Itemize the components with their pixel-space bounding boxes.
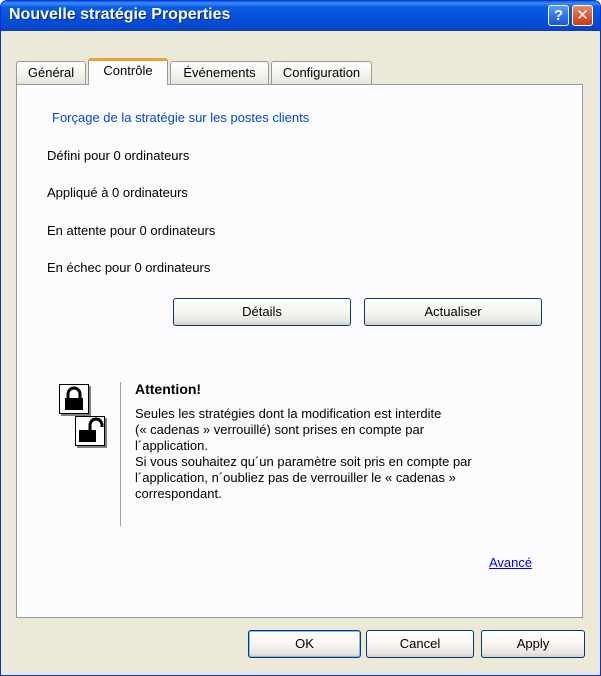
warning-line: (« cadenas » verrouillé) sont prises en … — [135, 422, 425, 437]
warning-divider — [120, 382, 121, 526]
tab-controle[interactable]: Contrôle — [88, 58, 168, 85]
advanced-link[interactable]: Avancé — [489, 555, 532, 570]
stat-defined: Défini pour 0 ordinateurs — [47, 148, 190, 163]
tab-configuration[interactable]: Configuration — [271, 61, 372, 84]
warning-line: Si vous souhaitez qu´un paramètre soit p… — [135, 454, 472, 469]
tab-general[interactable]: Général — [16, 61, 86, 84]
details-button[interactable]: Détails — [173, 298, 351, 326]
cancel-button[interactable]: Cancel — [366, 630, 474, 658]
warning-line: Seules les stratégies dont la modificati… — [135, 406, 442, 421]
warning-line: l´application, n´oubliez pas de verrouil… — [135, 470, 456, 485]
tab-evenements[interactable]: Événements — [170, 61, 269, 84]
window-title: Nouvelle stratégie Properties — [9, 6, 231, 23]
warning-text: Seules les stratégies dont la modificati… — [135, 406, 555, 502]
tab-panel-controle — [16, 84, 583, 618]
refresh-button[interactable]: Actualiser — [364, 298, 542, 326]
stat-failed: En échec pour 0 ordinateurs — [47, 260, 211, 275]
lock-closed-icon — [59, 384, 89, 414]
lock-open-icon — [75, 416, 105, 446]
apply-button[interactable]: Apply — [481, 630, 585, 658]
warning-line: l´application. — [135, 438, 208, 453]
warning-title: Attention! — [135, 381, 202, 397]
stat-pending: En attente pour 0 ordinateurs — [47, 223, 216, 238]
help-button[interactable]: ? — [548, 5, 569, 26]
ok-button[interactable]: OK — [248, 630, 361, 658]
warning-line: correspondant. — [135, 486, 222, 501]
close-button[interactable]: ✕ — [572, 5, 593, 26]
stat-applied: Appliqué à 0 ordinateurs — [47, 185, 188, 200]
enforcement-group-title: Forçage de la stratégie sur les postes c… — [49, 110, 313, 125]
title-bar[interactable]: Nouvelle stratégie Properties ? ✕ — [1, 1, 600, 31]
